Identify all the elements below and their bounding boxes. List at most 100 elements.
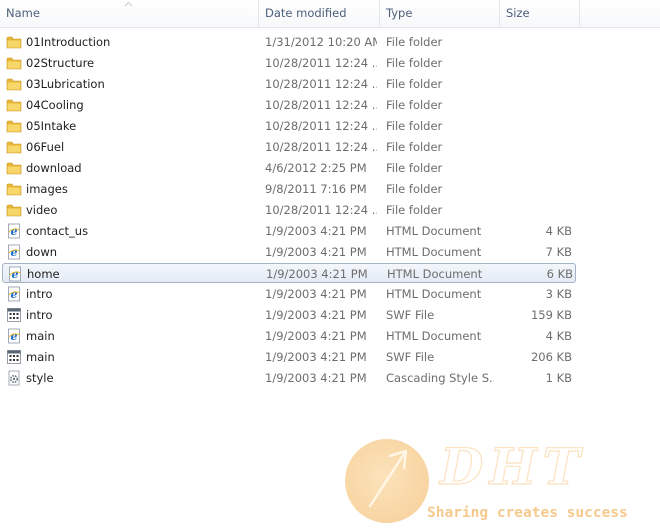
file-type: HTML Document bbox=[386, 224, 482, 238]
file-date-modified: 1/9/2003 4:21 PM bbox=[265, 224, 367, 238]
file-name: contact_us bbox=[26, 224, 89, 238]
folder-icon bbox=[6, 76, 22, 92]
file-name: 06Fuel bbox=[26, 140, 65, 154]
file-row[interactable]: 04Cooling 10/28/2011 12:24 ... File folder bbox=[2, 95, 576, 115]
file-date-modified: 1/9/2003 4:21 PM bbox=[266, 267, 368, 281]
file-row[interactable]: e main 1/9/2003 4:21 PM HTML Document 4 KB bbox=[2, 326, 576, 346]
file-name: video bbox=[26, 203, 58, 217]
folder-icon bbox=[6, 139, 22, 155]
file-row[interactable]: 02Structure 10/28/2011 12:24 ... File fold… bbox=[2, 53, 576, 73]
folder-icon bbox=[6, 118, 22, 134]
file-size: 6 KB bbox=[546, 267, 573, 281]
watermark: DHT Sharing creates success bbox=[340, 436, 660, 528]
file-type: HTML Document bbox=[386, 329, 482, 343]
file-type: File folder bbox=[386, 140, 443, 154]
file-date-modified: 1/9/2003 4:21 PM bbox=[265, 371, 367, 385]
file-date-modified: 1/31/2012 10:20 AM bbox=[265, 35, 377, 49]
file-type: File folder bbox=[386, 182, 443, 196]
file-row[interactable]: e down 1/9/2003 4:21 PM HTML Document 7 KB bbox=[2, 242, 576, 262]
file-row[interactable]: e home 1/9/2003 4:21 PM HTML Document 6 KB bbox=[2, 263, 576, 283]
file-name: 02Structure bbox=[26, 56, 95, 70]
file-row[interactable]: 01Introduction 1/31/2012 10:20 AM File fol… bbox=[2, 32, 576, 52]
ie-html-icon: e bbox=[6, 328, 22, 344]
css-file-icon bbox=[6, 370, 22, 386]
file-type: File folder bbox=[386, 203, 443, 217]
file-name: down bbox=[26, 245, 58, 259]
file-date-modified: 10/28/2011 12:24 ... bbox=[265, 77, 377, 91]
file-type: File folder bbox=[386, 56, 443, 70]
file-date-modified: 10/28/2011 12:24 ... bbox=[265, 119, 377, 133]
column-header-size[interactable]: Size bbox=[500, 0, 580, 27]
file-date-modified: 9/8/2011 7:16 PM bbox=[265, 182, 367, 196]
file-name: home bbox=[27, 267, 60, 281]
file-row[interactable]: images 9/8/2011 7:16 PM File folder bbox=[2, 179, 576, 199]
watermark-tagline: Sharing creates success bbox=[427, 505, 628, 521]
svg-text:e: e bbox=[11, 330, 18, 343]
swf-file-icon bbox=[6, 307, 22, 323]
file-name: 05Intake bbox=[26, 119, 77, 133]
file-row[interactable]: style 1/9/2003 4:21 PM Cascading Style S..… bbox=[2, 368, 576, 388]
file-size bbox=[502, 137, 572, 157]
file-date-modified: 10/28/2011 12:24 ... bbox=[265, 98, 377, 112]
ie-html-icon: e bbox=[7, 266, 23, 282]
sort-ascending-icon bbox=[124, 1, 133, 7]
file-type: HTML Document bbox=[387, 267, 483, 281]
file-date-modified: 1/9/2003 4:21 PM bbox=[265, 287, 367, 301]
file-size bbox=[502, 200, 572, 220]
svg-text:e: e bbox=[11, 288, 18, 301]
column-header-date[interactable]: Date modified bbox=[259, 0, 380, 27]
file-type: File folder bbox=[386, 35, 443, 49]
file-size bbox=[502, 158, 572, 178]
file-date-modified: 10/28/2011 12:24 ... bbox=[265, 203, 377, 217]
ie-html-icon: e bbox=[6, 286, 22, 302]
folder-icon bbox=[6, 97, 22, 113]
file-date-modified: 1/9/2003 4:21 PM bbox=[265, 245, 367, 259]
file-date-modified: 10/28/2011 12:24 ... bbox=[265, 140, 377, 154]
file-row[interactable]: download 4/6/2012 2:25 PM File folder bbox=[2, 158, 576, 178]
file-name: images bbox=[26, 182, 68, 196]
file-row[interactable]: 05Intake 10/28/2011 12:24 ... File folder bbox=[2, 116, 576, 136]
svg-text:e: e bbox=[11, 225, 18, 238]
swf-file-icon bbox=[6, 349, 22, 365]
file-date-modified: 10/28/2011 12:24 ... bbox=[265, 56, 377, 70]
file-type: HTML Document bbox=[386, 287, 482, 301]
file-name: main bbox=[26, 350, 55, 364]
file-row[interactable]: 06Fuel 10/28/2011 12:24 ... File folder bbox=[2, 137, 576, 157]
file-date-modified: 1/9/2003 4:21 PM bbox=[265, 350, 367, 364]
column-header-type[interactable]: Type bbox=[380, 0, 500, 27]
file-row[interactable]: main 1/9/2003 4:21 PM SWF File 206 KB bbox=[2, 347, 576, 367]
svg-text:e: e bbox=[12, 268, 19, 281]
file-size: 1 KB bbox=[545, 371, 572, 385]
file-size: 3 KB bbox=[545, 287, 572, 301]
file-type: File folder bbox=[386, 161, 443, 175]
file-size bbox=[502, 179, 572, 199]
ie-html-icon: e bbox=[6, 244, 22, 260]
file-type: SWF File bbox=[386, 350, 435, 364]
svg-text:e: e bbox=[11, 246, 18, 259]
file-row[interactable]: e contact_us 1/9/2003 4:21 PM HTML Document… bbox=[2, 221, 576, 241]
file-type: HTML Document bbox=[386, 245, 482, 259]
column-header-name[interactable]: Name bbox=[0, 0, 259, 27]
ie-html-icon: e bbox=[6, 223, 22, 239]
file-name: download bbox=[26, 161, 82, 175]
column-header-bar: Name Date modified Type Size bbox=[0, 0, 660, 28]
file-size: 4 KB bbox=[545, 224, 572, 238]
folder-icon bbox=[6, 181, 22, 197]
file-row[interactable]: e intro 1/9/2003 4:21 PM HTML Document 3 KB bbox=[2, 284, 576, 304]
file-row[interactable]: 03Lubrication 10/28/2011 12:24 ... File fo… bbox=[2, 74, 576, 94]
file-size: 206 KB bbox=[530, 350, 572, 364]
file-type: File folder bbox=[386, 77, 443, 91]
file-name: 03Lubrication bbox=[26, 77, 105, 91]
file-date-modified: 4/6/2012 2:25 PM bbox=[265, 161, 367, 175]
folder-icon bbox=[6, 160, 22, 176]
file-size: 4 KB bbox=[545, 329, 572, 343]
folder-icon bbox=[6, 55, 22, 71]
file-name: main bbox=[26, 329, 55, 343]
file-size bbox=[502, 53, 572, 73]
file-name: 01Introduction bbox=[26, 35, 111, 49]
arrow-up-right-icon bbox=[368, 449, 408, 508]
file-row[interactable]: video 10/28/2011 12:24 ... File folder bbox=[2, 200, 576, 220]
file-name: style bbox=[26, 371, 54, 385]
file-type: File folder bbox=[386, 119, 443, 133]
file-row[interactable]: intro 1/9/2003 4:21 PM SWF File 159 KB bbox=[2, 305, 576, 325]
